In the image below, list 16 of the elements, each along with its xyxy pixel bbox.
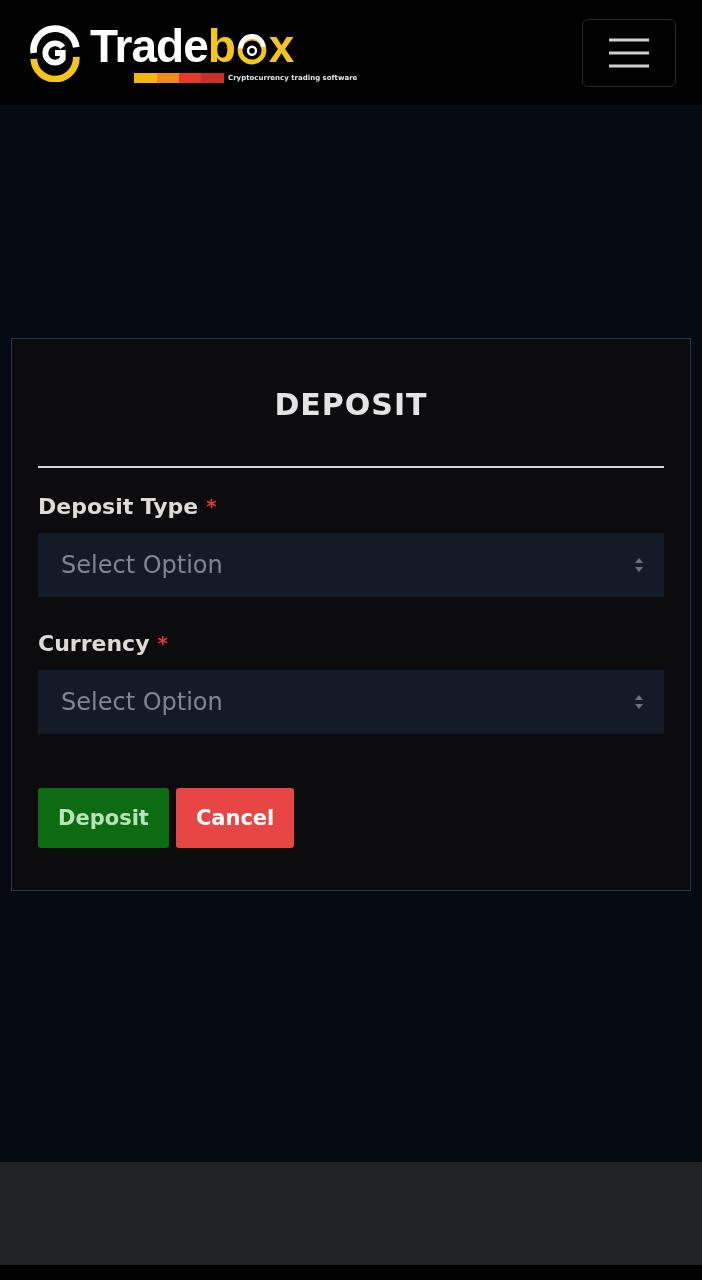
- brand-name-end: x: [268, 22, 294, 69]
- field-label: Deposit Type: [38, 494, 199, 519]
- sort-icon: [634, 694, 644, 710]
- field-label: Currency: [38, 631, 150, 656]
- select-field[interactable]: Select Option: [38, 670, 664, 734]
- select-field[interactable]: Select Option: [38, 533, 664, 597]
- color-bar-icon: [134, 72, 224, 83]
- required-mark: *: [157, 631, 168, 656]
- menu-button[interactable]: [582, 18, 676, 87]
- coin-icon: [235, 33, 268, 66]
- cancel-button[interactable]: Cancel: [175, 788, 295, 848]
- sort-icon: [634, 557, 644, 573]
- brand-name: Tradeb: [90, 22, 235, 69]
- required-mark: *: [206, 494, 217, 519]
- form-title: DEPOSIT: [273, 387, 429, 422]
- deposit-button[interactable]: Deposit: [38, 788, 169, 848]
